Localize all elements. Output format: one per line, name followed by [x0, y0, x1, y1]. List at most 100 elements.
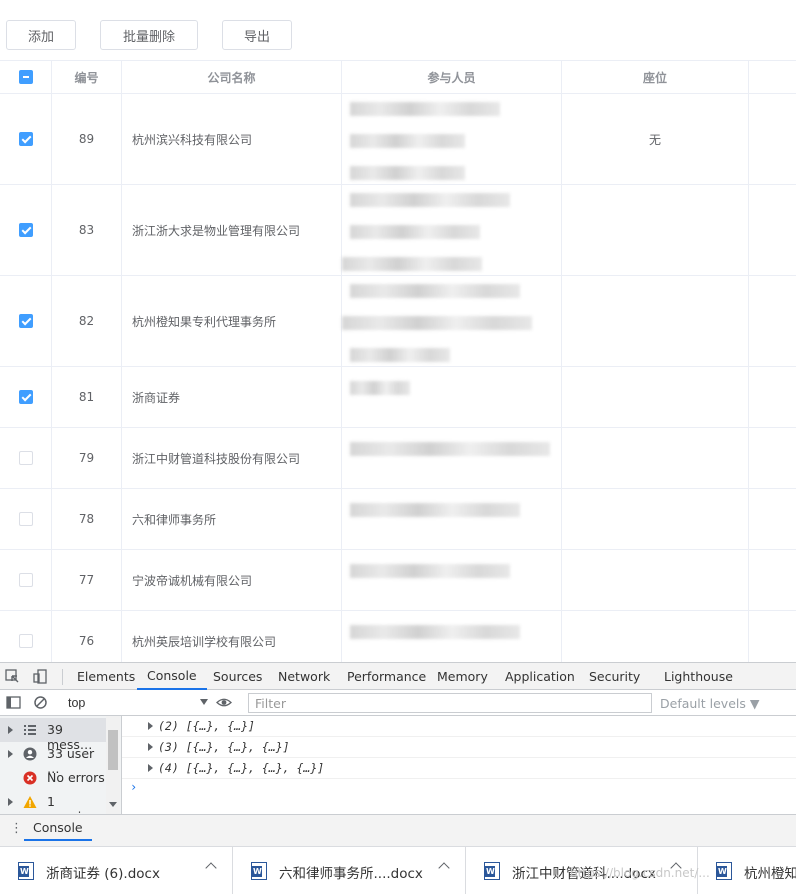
- device-toolbar-icon[interactable]: [32, 668, 48, 684]
- sidebar-scrollbar[interactable]: [106, 716, 120, 814]
- row-seat: [562, 185, 749, 275]
- scrollbar-thumb[interactable]: [108, 730, 118, 770]
- row-extra: [749, 276, 796, 366]
- row-seat: [562, 611, 749, 662]
- scroll-down-icon[interactable]: [109, 802, 117, 807]
- row-checkbox[interactable]: [18, 573, 33, 587]
- table-row[interactable]: 81 浙商证券: [0, 367, 796, 428]
- row-select-cell[interactable]: [0, 550, 52, 610]
- expand-arrow-icon[interactable]: [8, 750, 13, 758]
- row-select-cell[interactable]: [0, 276, 52, 366]
- clear-console-icon[interactable]: [32, 694, 48, 710]
- devtools-tabbar: Elements Console Sources Network Performance…: [0, 663, 796, 690]
- row-id: 78: [52, 489, 122, 549]
- context-selector-label: top: [68, 696, 86, 710]
- row-seat: [562, 550, 749, 610]
- add-button[interactable]: 添加: [6, 20, 76, 50]
- row-company-name: 六和律师事务所: [122, 489, 342, 549]
- tab-network[interactable]: Network: [278, 663, 330, 690]
- row-checkbox[interactable]: [18, 132, 33, 146]
- console-toolbar: top Filter Default levels ▼: [0, 690, 796, 716]
- row-select-cell[interactable]: [0, 367, 52, 427]
- console-log-entry[interactable]: (2) [{…}, {…}]: [122, 716, 796, 737]
- sidebar-item-error[interactable]: No errors: [0, 766, 106, 790]
- row-extra: [749, 428, 796, 488]
- tab-memory[interactable]: Memory: [437, 663, 488, 690]
- context-selector[interactable]: top: [60, 693, 210, 713]
- row-company-name: 杭州橙知果专利代理事务所: [122, 276, 342, 366]
- row-checkbox[interactable]: [18, 451, 33, 465]
- row-checkbox[interactable]: [18, 223, 33, 237]
- row-id: 82: [52, 276, 122, 366]
- inspect-element-icon[interactable]: [4, 668, 20, 684]
- chevron-up-icon[interactable]: [205, 862, 217, 874]
- header-seat[interactable]: 座位: [562, 61, 749, 93]
- word-doc-icon: [716, 862, 732, 880]
- tab-lighthouse[interactable]: Lighthouse: [664, 663, 733, 690]
- row-extra: [749, 94, 796, 184]
- export-button[interactable]: 导出: [222, 20, 292, 50]
- table-row[interactable]: 76 杭州英辰培训学校有限公司: [0, 611, 796, 662]
- tab-elements[interactable]: Elements: [77, 663, 135, 690]
- tab-security[interactable]: Security: [589, 663, 640, 690]
- row-select-cell[interactable]: [0, 489, 52, 549]
- expand-arrow-icon[interactable]: [148, 764, 153, 772]
- row-select-cell[interactable]: [0, 94, 52, 184]
- expand-arrow-icon[interactable]: [148, 722, 153, 730]
- row-checkbox[interactable]: [18, 512, 33, 526]
- sidebar-item-list[interactable]: 39 mess…: [0, 718, 106, 752]
- table-row[interactable]: 83 浙江浙大求是物业管理有限公司: [0, 185, 796, 276]
- select-all-checkbox[interactable]: [18, 70, 33, 84]
- sidebar-item-user[interactable]: 33 user …: [0, 742, 106, 776]
- redacted-text: [350, 442, 550, 456]
- console-sidebar: 39 mess…33 user …No errors 1 warning: [0, 716, 122, 824]
- header-select-all[interactable]: [0, 61, 52, 93]
- download-item[interactable]: 六和律师事务所....docx: [233, 847, 466, 894]
- sidebar-toggle-icon[interactable]: [5, 694, 21, 710]
- row-checkbox[interactable]: [18, 634, 33, 648]
- drawer-tab-console[interactable]: Console: [24, 815, 92, 841]
- filter-input[interactable]: Filter: [248, 693, 652, 713]
- table-row[interactable]: 82 杭州橙知果专利代理事务所: [0, 276, 796, 367]
- eye-icon[interactable]: [216, 694, 232, 710]
- header-people[interactable]: 参与人员: [342, 61, 562, 93]
- chevron-up-icon[interactable]: [438, 862, 450, 874]
- console-log-entry[interactable]: (3) [{…}, {…}, {…}]: [122, 737, 796, 758]
- console-prompt[interactable]: ›: [130, 780, 137, 794]
- row-company-name: 宁波帝诚机械有限公司: [122, 550, 342, 610]
- tab-console[interactable]: Console: [137, 663, 207, 690]
- tab-performance[interactable]: Performance: [347, 663, 426, 690]
- row-extra: [749, 489, 796, 549]
- table-row[interactable]: 78 六和律师事务所: [0, 489, 796, 550]
- redacted-text: [342, 257, 482, 271]
- row-checkbox[interactable]: [18, 390, 33, 404]
- more-options-icon[interactable]: ⋮: [10, 820, 23, 836]
- sidebar-item-warning[interactable]: 1 warning: [0, 790, 106, 824]
- row-checkbox[interactable]: [18, 314, 33, 328]
- row-select-cell[interactable]: [0, 611, 52, 662]
- console-log-entry[interactable]: (4) [{…}, {…}, {…}, {…}]: [122, 758, 796, 779]
- row-select-cell[interactable]: [0, 185, 52, 275]
- log-text: (2) [{…}, {…}]: [158, 719, 255, 733]
- header-company[interactable]: 公司名称: [122, 61, 342, 93]
- expand-arrow-icon[interactable]: [8, 798, 13, 806]
- batch-delete-button[interactable]: 批量删除: [100, 20, 198, 50]
- row-seat: [562, 428, 749, 488]
- row-people-blurred: [342, 94, 562, 184]
- download-item[interactable]: 杭州橙知: [698, 847, 796, 894]
- log-levels-dropdown[interactable]: Default levels ▼: [660, 693, 759, 713]
- header-id[interactable]: 编号: [52, 61, 122, 93]
- expand-arrow-icon[interactable]: [148, 743, 153, 751]
- table-row[interactable]: 79 浙江中财管道科技股份有限公司: [0, 428, 796, 489]
- header-extra: [749, 61, 796, 93]
- download-item[interactable]: 浙商证券 (6).docx: [0, 847, 233, 894]
- tab-application[interactable]: Application: [505, 663, 575, 690]
- table-row[interactable]: 77 宁波帝诚机械有限公司: [0, 550, 796, 611]
- expand-arrow-icon[interactable]: [8, 726, 13, 734]
- row-select-cell[interactable]: [0, 428, 52, 488]
- word-doc-icon: [251, 862, 267, 880]
- devtools-drawer: ⋮ Console: [0, 814, 796, 847]
- tab-sources[interactable]: Sources: [213, 663, 262, 690]
- row-seat: [562, 276, 749, 366]
- table-row[interactable]: 89 杭州滨兴科技有限公司 无: [0, 94, 796, 185]
